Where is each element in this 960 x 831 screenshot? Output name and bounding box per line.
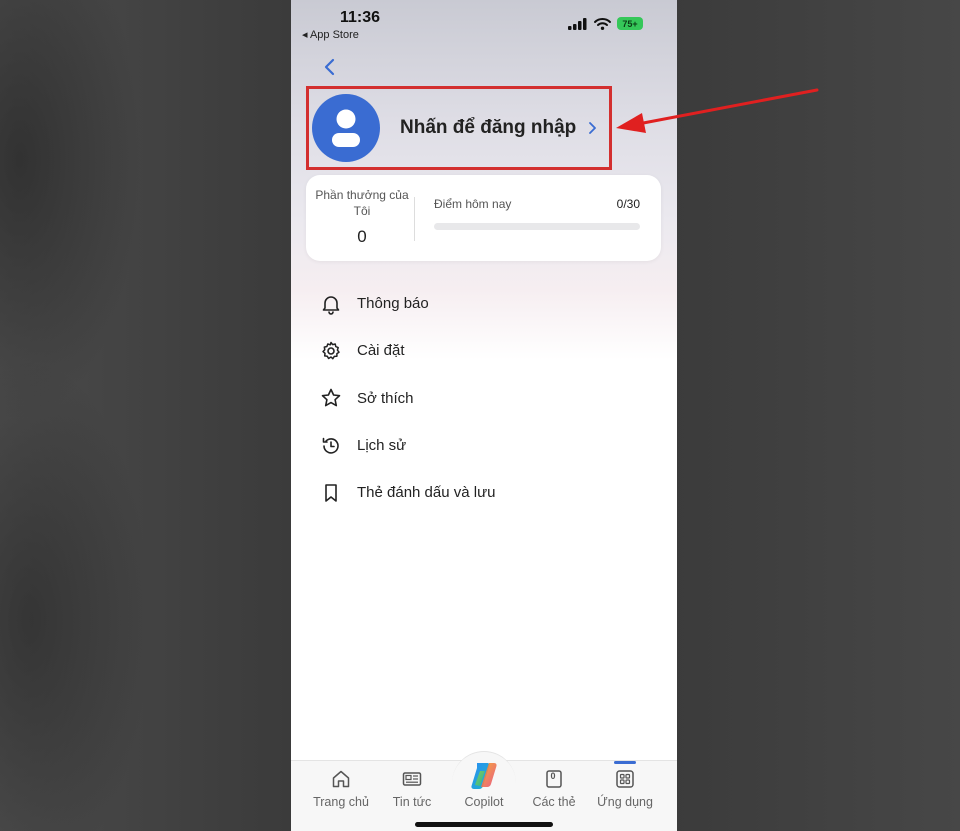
chevron-right-icon — [589, 122, 597, 134]
avatar — [312, 94, 380, 162]
history-icon — [319, 434, 343, 458]
today-points-progress-bar — [434, 223, 640, 230]
status-time: 11:36 — [340, 9, 381, 26]
nav-label: Ứng dụng — [597, 795, 653, 809]
my-rewards-count: 0 — [357, 227, 367, 246]
battery-icon: 75+ — [617, 17, 643, 30]
apps-icon — [613, 767, 637, 791]
nav-label: Các thẻ — [532, 795, 576, 809]
nav-label: Trang chủ — [313, 795, 369, 809]
bell-icon — [319, 292, 343, 316]
sign-in-label: Nhấn để đăng nhập — [400, 117, 577, 138]
menu-item-label: Thông báo — [357, 295, 429, 313]
annotation-arrow-icon — [616, 88, 819, 133]
active-tab-indicator — [614, 761, 636, 764]
nav-tabs[interactable]: 0 Các thẻ — [519, 767, 589, 809]
menu-item-notifications[interactable]: Thông báo — [319, 280, 649, 327]
sign-in-button[interactable]: Nhấn để đăng nhập — [306, 86, 612, 170]
copilot-icon — [467, 759, 501, 793]
menu-item-label: Thẻ đánh dấu và lưu — [357, 484, 496, 502]
nav-apps[interactable]: Ứng dụng — [590, 761, 660, 809]
bottom-navigation-bar: Trang chủ Tin tức Copilot 0 Các thẻ Ứng … — [291, 751, 677, 831]
today-points-label: Điểm hôm nay — [434, 197, 512, 211]
settings-menu: Thông báo Cài đặt Sở thích Lịch sử Thẻ đ… — [319, 280, 649, 516]
gear-icon — [319, 339, 343, 363]
menu-item-label: Sở thích — [357, 389, 414, 407]
bookmark-icon — [319, 481, 343, 505]
today-points-value: 0/30 — [616, 197, 640, 211]
home-icon — [329, 767, 353, 791]
wifi-icon — [594, 17, 611, 30]
signal-icon — [568, 17, 587, 30]
nav-label: Tin tức — [392, 795, 432, 809]
back-chevron-icon[interactable] — [319, 56, 341, 78]
tab-count: 0 — [550, 771, 556, 781]
status-icons: 75+ — [568, 17, 643, 30]
back-to-app-store-link[interactable]: ◂ App Store — [302, 28, 359, 41]
rewards-divider — [414, 197, 415, 241]
person-icon — [332, 109, 360, 147]
tabs-icon: 0 — [542, 767, 566, 791]
star-icon — [319, 386, 343, 410]
nav-copilot[interactable]: Copilot — [449, 759, 519, 809]
my-rewards-section: Phần thưởng của Tôi 0 — [314, 187, 410, 247]
news-icon — [400, 767, 424, 791]
menu-item-bookmarks[interactable]: Thẻ đánh dấu và lưu — [319, 469, 649, 516]
menu-item-interests[interactable]: Sở thích — [319, 375, 649, 422]
my-rewards-label: Phần thưởng của Tôi — [315, 188, 409, 218]
home-indicator[interactable] — [415, 822, 553, 827]
menu-item-history[interactable]: Lịch sử — [319, 422, 649, 469]
today-points-section: Điểm hôm nay 0/30 — [434, 197, 640, 230]
menu-item-label: Cài đặt — [357, 342, 405, 360]
nav-news[interactable]: Tin tức — [377, 767, 447, 809]
nav-label: Copilot — [464, 795, 504, 809]
rewards-card[interactable]: Phần thưởng của Tôi 0 Điểm hôm nay 0/30 — [306, 175, 661, 261]
menu-item-settings[interactable]: Cài đặt — [319, 327, 649, 374]
nav-home[interactable]: Trang chủ — [306, 767, 376, 809]
menu-item-label: Lịch sử — [357, 437, 407, 455]
